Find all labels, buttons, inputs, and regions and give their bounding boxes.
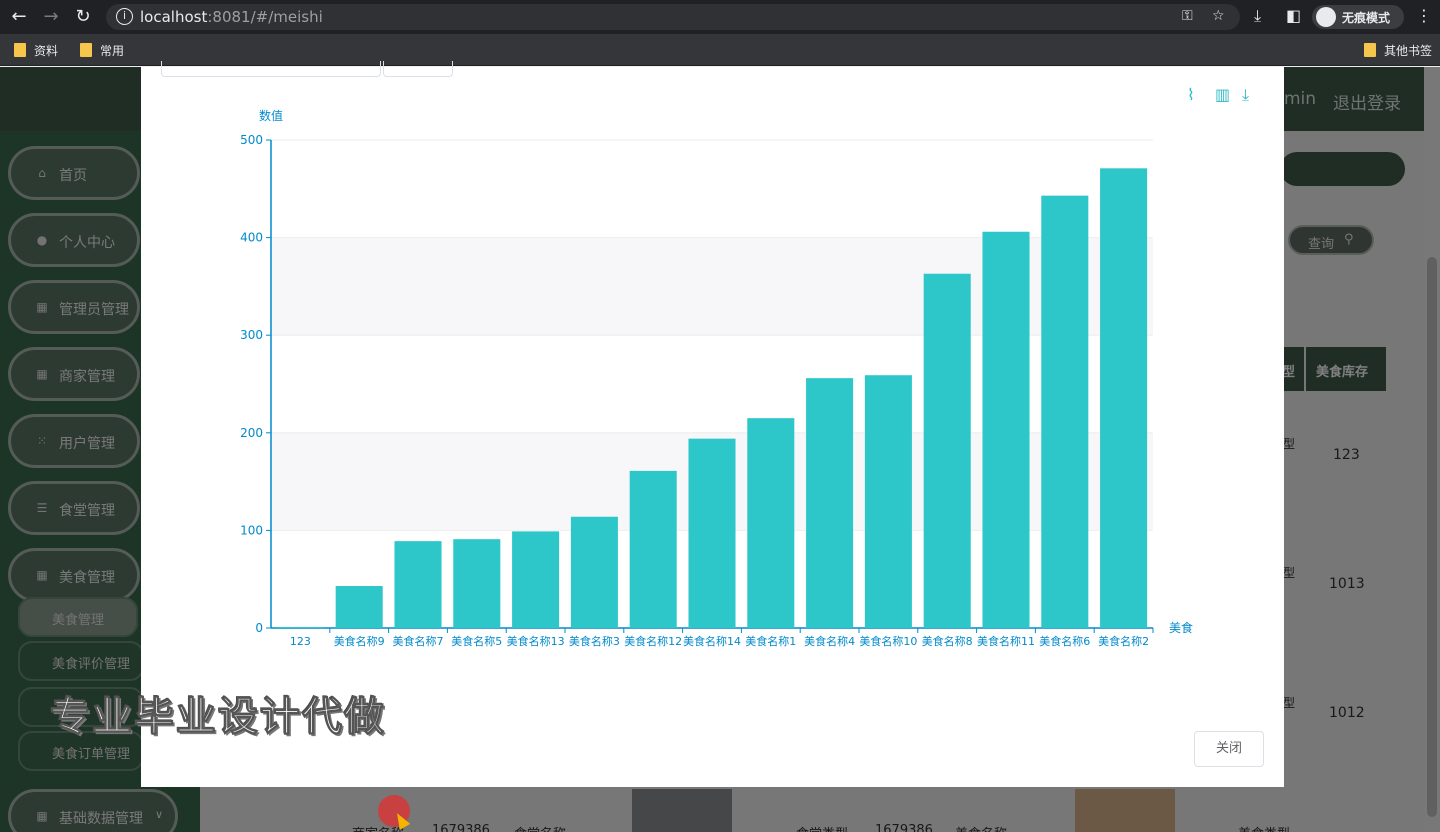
y-tick-label: 0	[255, 621, 263, 635]
x-tick-label: 美食名称1	[745, 634, 796, 648]
bar-chart: 0 100 200 300 400 500 数值美食 123 美食名称9 美食名称7 美食名称5 美食…	[240, 108, 1193, 648]
bookmark-ziliao[interactable]: 资料	[14, 42, 58, 59]
browser-toolbar: ← → ↻ i localhost:8081/#/meishi ⚿ ☆ ⤓ ◧ …	[0, 0, 1440, 34]
star-icon[interactable]: ☆	[1212, 8, 1225, 24]
forward-icon[interactable]: →	[40, 6, 62, 28]
bar	[1041, 195, 1089, 628]
key-icon[interactable]: ⚿	[1182, 8, 1193, 24]
folder-icon	[80, 43, 92, 57]
x-tick-label: 美食名称2	[1098, 634, 1149, 648]
x-tick-label: 美食名称4	[804, 634, 855, 648]
dialog-top-input[interactable]	[161, 61, 381, 77]
address-bar[interactable]: i localhost:8081/#/meishi ⚿ ☆	[106, 4, 1240, 30]
bar	[629, 470, 677, 628]
bookmark-other[interactable]: 其他书签	[1364, 42, 1432, 59]
grid-band	[271, 140, 1153, 238]
incognito-indicator[interactable]: 无痕模式	[1312, 5, 1404, 29]
bar	[923, 273, 971, 628]
x-tick-label: 美食名称10	[859, 634, 917, 648]
bar	[394, 541, 442, 628]
incognito-label: 无痕模式	[1342, 11, 1391, 25]
x-tick-label: 美食名称8	[922, 634, 973, 648]
bar	[453, 539, 501, 628]
y-tick-label: 200	[240, 426, 263, 440]
bar	[864, 375, 912, 628]
bar	[688, 438, 736, 628]
y-tick-label: 300	[240, 328, 263, 342]
bookmark-changyong[interactable]: 常用	[80, 42, 124, 59]
chart-dialog: ⌇ ▥ ⤓ 0 100 200 300 400 500 数值 美食 123 美食名称9 美食名称7 美…	[141, 61, 1284, 787]
x-tick-label: 美食名称12	[624, 634, 682, 648]
back-icon[interactable]: ←	[8, 6, 30, 28]
bar	[747, 418, 795, 628]
x-tick-label: 美食名称14	[683, 634, 741, 648]
x-tick-label: 美食名称5	[451, 634, 502, 648]
bar	[806, 378, 854, 628]
app-page: min 退出登录 ⌂ 首页 ● 个人中心 ▦ 管理员管理 ▦ 商家管理 ⁙ 用户…	[0, 61, 1440, 832]
x-tick-label: 123	[290, 635, 311, 648]
x-axis-title: 美食	[1169, 620, 1193, 635]
bar	[512, 531, 560, 628]
y-tick-label: 500	[240, 133, 263, 147]
x-tick-label: 美食名称7	[393, 634, 444, 648]
bar	[276, 627, 324, 629]
x-tick-label: 美食名称13	[507, 634, 565, 648]
sidepanel-icon[interactable]: ◧	[1286, 6, 1301, 25]
incognito-icon	[1316, 7, 1336, 27]
x-tick-label: 美食名称3	[569, 634, 620, 648]
dialog-top-button[interactable]	[383, 61, 453, 77]
y-tick-label: 100	[240, 523, 263, 537]
bar	[1100, 168, 1148, 628]
folder-icon	[1364, 43, 1376, 57]
site-info-icon[interactable]: i	[116, 8, 133, 25]
watermark-text: 专业毕业设计代做	[50, 694, 386, 741]
close-button[interactable]: 关闭	[1194, 731, 1264, 767]
bar	[570, 516, 618, 628]
folder-icon	[14, 43, 26, 57]
url-text: localhost:8081/#/meishi	[140, 8, 323, 26]
x-tick-label: 美食名称11	[977, 634, 1035, 648]
x-tick-label: 美食名称6	[1039, 634, 1090, 648]
bar	[982, 231, 1030, 628]
download-icon[interactable]: ⤓	[1254, 6, 1261, 26]
reload-icon[interactable]: ↻	[72, 6, 94, 28]
y-axis-title: 数值	[259, 108, 283, 123]
y-tick-label: 400	[240, 231, 263, 245]
x-tick-label: 美食名称9	[334, 634, 385, 648]
more-menu-icon[interactable]: ⋮	[1416, 6, 1432, 25]
bar	[335, 586, 383, 628]
